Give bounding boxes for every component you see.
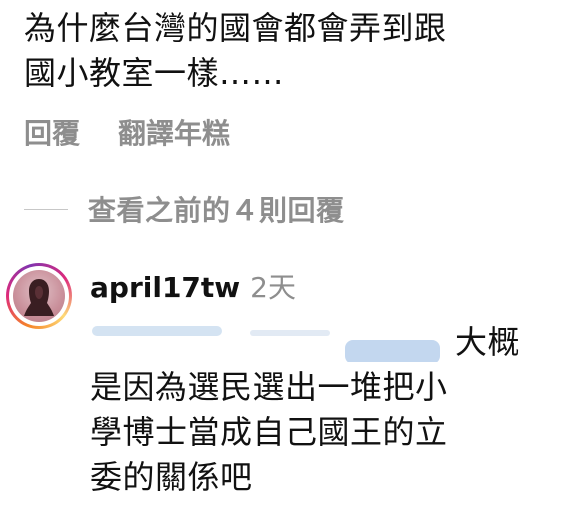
translate-button[interactable]: 翻譯年糕 — [118, 112, 230, 152]
comment-actions: 回覆 翻譯年糕 — [24, 110, 230, 154]
person-silhouette-icon — [24, 279, 54, 316]
reply-username[interactable]: april17tw — [90, 271, 240, 304]
reply-first-line: 大概 — [90, 320, 550, 365]
reply-text-line: 學博士當成自己國王的立 — [90, 413, 448, 451]
view-previous-replies-button[interactable]: 查看之前的４則回覆 — [24, 187, 345, 231]
blurred-mention-blob — [250, 330, 330, 336]
comment-text-line: 國小教室一樣…… — [24, 54, 285, 92]
comment-text: 為什麼台灣的國會都會弄到跟 國小教室一樣…… — [24, 6, 564, 96]
reply-timestamp: 2天 — [250, 271, 296, 304]
reply-text-line: 委的關係吧 — [90, 458, 253, 496]
avatar-image — [13, 270, 65, 322]
reply-body: 大概 是因為選民選出一堆把小 學博士當成自己國王的立 委的關係吧 — [90, 320, 550, 500]
reply-first-words: 大概 — [455, 323, 521, 361]
reply-header: april17tw 2天 — [90, 266, 296, 310]
reply-text-line: 是因為選民選出一堆把小 — [90, 368, 448, 406]
avatar[interactable] — [6, 263, 72, 329]
blurred-mention-blob — [345, 340, 440, 362]
avatar-ring-gap — [9, 266, 69, 326]
reply-button[interactable]: 回覆 — [24, 112, 80, 152]
comment-text-line: 為什麼台灣的國會都會弄到跟 — [24, 9, 447, 47]
divider-line — [24, 208, 68, 210]
blurred-mention-blob — [92, 326, 222, 336]
view-previous-replies-label: 查看之前的４則回覆 — [88, 194, 345, 227]
blurred-mention-link[interactable] — [90, 324, 450, 362]
